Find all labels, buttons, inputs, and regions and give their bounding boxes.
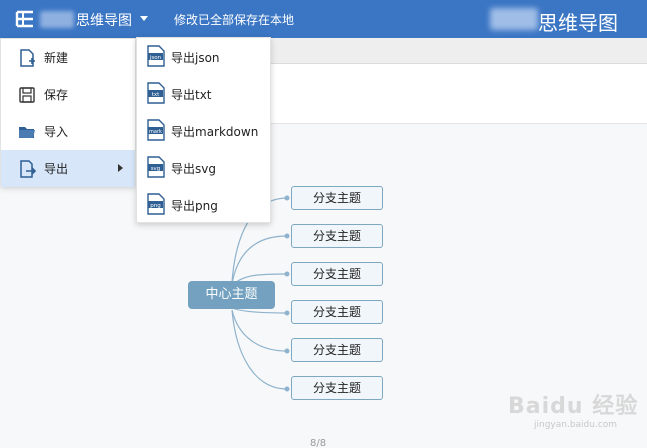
brand-title: 思维导图 [538,11,618,35]
branch-topic-node[interactable]: 分支主题 [291,338,383,362]
root-topic-node[interactable]: 中心主题 [188,281,275,309]
menu-item-label: 保存 [44,88,69,102]
txt-file-icon: txt [147,82,165,104]
export-submenu: json 导出json txt 导出txt mark 导出markdown sv… [136,37,271,223]
export-png-label: 导出png [171,199,218,213]
svg-text:mark: mark [149,129,162,135]
export-markdown-label: 导出markdown [171,125,259,139]
svg-text:png: png [150,203,160,209]
connector-dot [284,310,290,316]
branch-connector [231,235,288,285]
menu-item-save[interactable]: 保存 [1,76,135,113]
branch-connector [231,309,288,390]
export-markdown-item[interactable]: mark 导出markdown [137,112,270,149]
connector-dot [284,271,290,277]
top-bar: 思维导图 修改已全部保存在本地 思维导图 [0,0,647,38]
export-json-label: 导出json [171,51,220,65]
save-icon [19,87,35,103]
export-png-item[interactable]: png 导出png [137,186,270,223]
connector-dot [284,348,290,354]
menu-item-new[interactable]: 新建 [1,39,135,76]
svg-text:json: json [149,55,162,61]
mindmap-logo-icon[interactable] [14,9,36,29]
watermark-logo: Baidu 经验 [508,394,639,419]
svg-text:txt: txt [152,92,160,98]
file-menu: 新建 保存 导入 导出 [0,38,136,187]
watermark-url: jingyan.baidu.com [534,420,618,430]
branch-topic-node[interactable]: 分支主题 [291,376,383,400]
page-indicator: 8/8 [310,438,327,448]
connector-dot [284,195,290,201]
branch-topic-node[interactable]: 分支主题 [291,300,383,324]
export-svg-label: 导出svg [171,162,216,176]
app-title[interactable]: 思维导图 [76,10,132,30]
branch-connector [231,309,288,352]
svg-file-icon: svg [147,156,165,178]
markdown-file-icon: mark [147,119,165,141]
blurred-region [40,11,74,28]
save-status-text: 修改已全部保存在本地 [174,13,295,27]
export-icon [20,160,37,178]
svg-text:svg: svg [151,166,161,172]
folder-icon [19,127,35,138]
menu-item-import[interactable]: 导入 [1,113,135,150]
connector-dot [284,233,290,239]
branch-topic-node[interactable]: 分支主题 [291,224,383,248]
menu-item-label: 导入 [44,125,69,139]
connector-dot [284,386,290,392]
menu-item-label: 新建 [44,51,69,65]
branch-topic-node[interactable]: 分支主题 [291,262,383,286]
menu-item-export[interactable]: 导出 [1,150,135,187]
export-txt-label: 导出txt [171,88,212,102]
new-file-icon [20,49,35,67]
export-txt-item[interactable]: txt 导出txt [137,75,270,112]
png-file-icon: png [147,193,165,215]
export-json-item[interactable]: json 导出json [137,38,270,75]
chevron-down-icon[interactable] [140,16,148,21]
branch-topic-node[interactable]: 分支主题 [291,186,383,210]
export-svg-item[interactable]: svg 导出svg [137,149,270,186]
chevron-right-icon [118,164,123,172]
menu-item-label: 导出 [44,162,69,176]
blurred-region [490,8,538,30]
json-file-icon: json [147,45,165,67]
